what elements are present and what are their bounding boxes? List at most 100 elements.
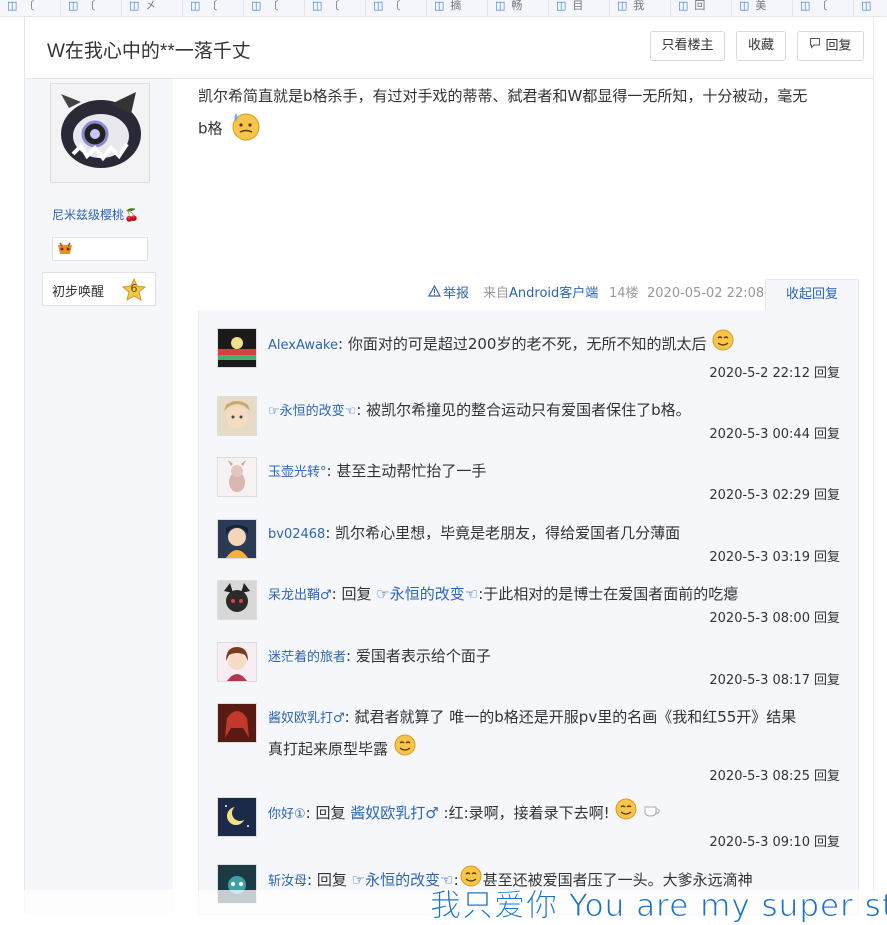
reply-time: 2020-5-3 08:00	[709, 611, 810, 626]
tab-favicon-icon: ◫	[373, 0, 384, 12]
reply-user-link[interactable]: 迷茫着的旅者	[268, 650, 346, 665]
tab-label: 〔	[267, 0, 279, 12]
reply-user-link[interactable]: 玉壶光转°	[268, 465, 327, 480]
comment-icon	[809, 32, 821, 60]
client-link[interactable]: Android客户端	[509, 286, 598, 301]
reply-target-link[interactable]: 酱奴欧乳打♂	[350, 804, 438, 822]
top-strip-tab[interactable]: ◫ 㐅	[123, 0, 183, 16]
report-link[interactable]: 举报	[427, 279, 470, 309]
tab-favicon-icon: ◫	[861, 0, 872, 12]
reply-sep: :	[305, 804, 311, 822]
reply-user-link[interactable]: 你好①	[268, 807, 306, 822]
top-strip-tab[interactable]: ◫ 目	[550, 0, 610, 16]
reply-prefix: 回复	[316, 871, 347, 889]
top-strip-tab[interactable]: ◫ 〔	[62, 0, 122, 16]
medal-box	[52, 237, 148, 261]
reply-time-row: 2020-5-3 02:29 回复	[709, 484, 840, 503]
level-box: 初步唤醒 6	[42, 272, 156, 306]
reply-content: :红:录啊，接着录下去啊!	[443, 804, 610, 822]
tab-label: 美	[755, 0, 767, 12]
reply-avatar[interactable]	[217, 797, 257, 837]
reply-avatar[interactable]	[217, 519, 257, 559]
top-strip-tab[interactable]: ◫ 〔	[306, 0, 366, 16]
report-label: 举报	[443, 286, 470, 302]
top-strip-tab[interactable]: ◫ 摘	[428, 0, 488, 16]
reply-avatar[interactable]	[217, 580, 257, 620]
reply-time-row: 2020-5-2 22:12 回复	[709, 362, 840, 381]
author-avatar[interactable]	[50, 83, 150, 183]
reply-button-label: 回复	[825, 38, 852, 54]
smile-emoji-icon	[711, 328, 735, 361]
reply-user-link[interactable]: AlexAwake	[268, 338, 338, 353]
top-strip-tab[interactable]: ◫ 〔	[794, 0, 854, 16]
reply-target-link[interactable]: ☞永恒的改变☜	[376, 585, 478, 603]
reply-user-link[interactable]: 呆龙出鞘♂	[268, 588, 332, 603]
smile-emoji-icon	[393, 733, 417, 766]
reply-sep: :	[344, 708, 350, 726]
top-strip-tab[interactable]: ◫ 畅	[489, 0, 549, 16]
reply-to-button[interactable]: 回复	[814, 769, 840, 784]
reply-to-button[interactable]: 回复	[814, 611, 840, 626]
only-op-button[interactable]: 只看楼主	[650, 31, 725, 61]
reply-user-link[interactable]: 酱奴欧乳打♂	[268, 711, 345, 726]
reply-content: 弑君者就算了 唯一的b格还是开服pv里的名画《我和红55开》结果	[354, 708, 797, 726]
reply-content: 你面对的可是超过200岁的老不死，无所不知的凯太后	[347, 335, 707, 353]
reply-avatar[interactable]	[217, 396, 257, 436]
reply-time-row: 2020-5-3 03:19 回复	[709, 546, 840, 565]
reply-time: 2020-5-3 08:17	[709, 673, 810, 688]
reply-time-row: 2020-5-3 00:44 回复	[709, 423, 840, 442]
top-strip-tab[interactable]: ◫ 〔	[1, 0, 61, 16]
reply-sep: :	[331, 585, 337, 603]
tab-label: 㐅	[145, 0, 157, 12]
thread-title: W在我心中的**一落千丈	[47, 41, 251, 62]
author-name[interactable]: 尼米兹级樱桃🍒	[52, 206, 139, 223]
reply-sep: :	[307, 871, 313, 889]
tab-favicon-icon: ◫	[68, 0, 79, 12]
reply-time: 2020-5-2 22:12	[709, 366, 810, 381]
top-strip-tab[interactable]: ◫ 我	[611, 0, 671, 16]
reply-avatar[interactable]	[217, 642, 257, 682]
collapse-replies-button[interactable]: 收起回复	[765, 279, 859, 310]
reply-avatar[interactable]	[217, 328, 257, 368]
reply-avatar[interactable]	[217, 703, 257, 743]
reply-user-link[interactable]: ☞永恒的改变☜	[268, 404, 356, 419]
reply-content: 凯尔希心里想，毕竟是老朋友，得给爱国者几分薄面	[335, 524, 681, 542]
reply-to-button[interactable]: 回复	[814, 427, 840, 442]
top-strip-tab[interactable]: ◫ 〔	[367, 0, 427, 16]
reply-sep: :	[338, 335, 344, 353]
tab-favicon-icon: ◫	[251, 0, 262, 12]
reply-button[interactable]: 回复	[797, 31, 864, 61]
top-strip-tab[interactable]: ◫ 美	[733, 0, 793, 16]
reply-to-button[interactable]: 回复	[814, 673, 840, 688]
top-strip-tab[interactable]: ◫	[855, 0, 887, 16]
level-name: 初步唤醒	[52, 285, 105, 300]
reply-avatar[interactable]	[217, 457, 257, 497]
reply-user-link[interactable]: 斩汝母	[268, 874, 307, 889]
sweat-emoji-icon	[229, 109, 261, 149]
reply-time-row: 2020-5-3 08:17 回复	[709, 669, 840, 688]
thread-header: W在我心中的**一落千丈 只看楼主 收藏 回复	[25, 17, 873, 79]
reply-time-row: 2020-5-3 09:10 回复	[709, 831, 840, 850]
top-strip-tab[interactable]: ◫ 〔	[184, 0, 244, 16]
tab-label: 我	[633, 0, 645, 12]
tab-favicon-icon: ◫	[190, 0, 201, 12]
top-strip-tab[interactable]: ◫ 〔	[245, 0, 305, 16]
tab-label: 〔	[328, 0, 340, 12]
tea-cup-icon	[643, 800, 661, 828]
reply-to-button[interactable]: 回复	[814, 835, 840, 850]
reply-to-button[interactable]: 回复	[814, 550, 840, 565]
reply-sep: :	[326, 462, 332, 480]
reply-content: :于此相对的是博士在爱国者面前的吃瘪	[478, 585, 739, 603]
reply-to-button[interactable]: 回复	[814, 488, 840, 503]
tab-favicon-icon: ◫	[800, 0, 811, 12]
tab-favicon-icon: ◫	[434, 0, 445, 12]
tab-favicon-icon: ◫	[678, 0, 689, 12]
reply-prefix: 回复	[341, 585, 372, 603]
favorite-button[interactable]: 收藏	[736, 31, 786, 61]
reply-user-link[interactable]: bv02468	[268, 527, 325, 542]
reply-to-button[interactable]: 回复	[814, 366, 840, 381]
medal-icon[interactable]	[56, 241, 74, 261]
top-strip-tab[interactable]: ◫ 回	[672, 0, 732, 16]
reply-sep: :	[356, 401, 362, 419]
tab-favicon-icon: ◫	[129, 0, 140, 12]
